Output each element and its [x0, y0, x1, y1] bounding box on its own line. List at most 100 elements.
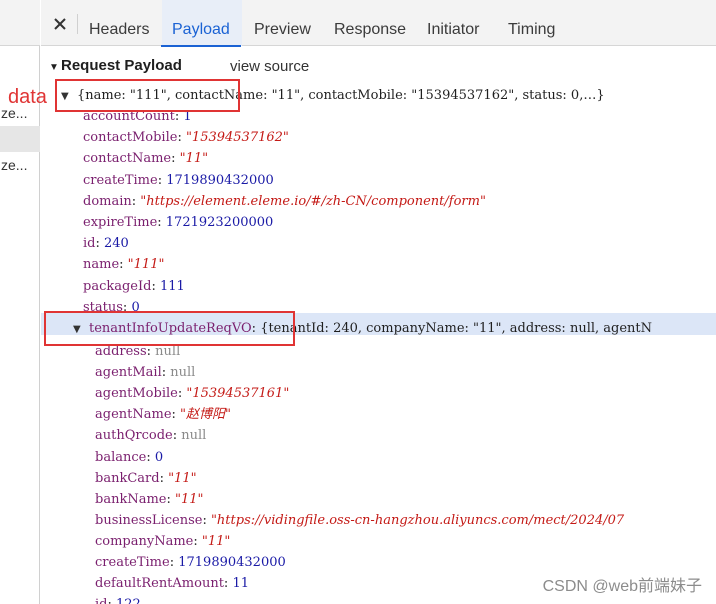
field-value: "15394537162" [185, 130, 289, 146]
field-value: 111 [159, 278, 185, 294]
field-key: createTime [83, 172, 158, 188]
field-value: 1719890432000 [166, 172, 274, 188]
field-value: "111" [127, 257, 165, 273]
field-key: businessLicense [95, 512, 203, 528]
payload-field-row[interactable]: agentName: "赵博阳" [95, 404, 231, 425]
payload-field-row[interactable]: name: "111" [83, 254, 164, 275]
payload-field-row[interactable]: bankCard: "11" [95, 468, 197, 489]
field-value: "11" [174, 491, 204, 507]
tab-separator [77, 14, 78, 34]
field-value: "11" [168, 470, 197, 486]
field-key: id [95, 597, 107, 604]
field-value: 1719890432000 [178, 555, 286, 570]
request-list-item-selected[interactable] [0, 126, 40, 152]
highlight-box-root [55, 79, 240, 112]
field-colon: : [172, 428, 182, 444]
field-key: address [95, 344, 147, 359]
field-key: authQrcode [95, 428, 173, 444]
field-colon: : [171, 407, 181, 423]
payload-field-row[interactable]: businessLicense: "https://vidingfile.oss… [95, 510, 624, 531]
tab-preview[interactable]: Preview [254, 0, 311, 46]
field-value: null [181, 428, 207, 444]
field-key: agentMobile [95, 386, 178, 402]
field-key: domain [83, 193, 132, 209]
payload-field-row[interactable]: balance: 0 [95, 447, 163, 468]
field-colon: : [169, 555, 179, 570]
field-key: expireTime [83, 215, 158, 230]
payload-field-row[interactable]: contactName: "11" [83, 148, 208, 169]
field-colon: : [146, 449, 155, 465]
tab-payload[interactable]: Payload [161, 0, 241, 47]
payload-field-row[interactable]: contactMobile: "15394537162" [83, 127, 289, 148]
field-key: agentMail [95, 365, 162, 381]
payload-field-row[interactable]: domain: "https://element.eleme.io/#/zh-C… [83, 191, 486, 212]
field-colon: : [157, 172, 167, 188]
highlight-box-nested [44, 311, 295, 346]
field-colon: : [166, 491, 175, 507]
field-key: agentName [95, 407, 172, 423]
field-value: 122 [116, 597, 141, 604]
payload-field-row[interactable]: bankName: "11" [95, 489, 204, 510]
field-value: null [155, 344, 181, 359]
field-value: 1721923200000 [165, 215, 274, 230]
payload-field-row[interactable]: agentMobile: "15394537161" [95, 383, 289, 404]
field-key: bankName [95, 491, 167, 507]
watermark: CSDN @web前端妹子 [542, 578, 702, 595]
field-colon: : [159, 470, 169, 486]
tab-timing[interactable]: Timing [508, 0, 555, 46]
field-value: "11" [179, 151, 209, 167]
request-list-header [0, 0, 40, 46]
field-value: "赵博阳" [180, 407, 231, 423]
field-key: packageId [83, 278, 152, 294]
payload-field-row[interactable]: packageId: 111 [83, 276, 185, 297]
payload-field-row[interactable]: id: 122 [95, 594, 141, 604]
field-colon: : [193, 533, 202, 549]
field-colon: : [151, 278, 160, 294]
payload-field-row[interactable]: authQrcode: null [95, 425, 206, 446]
field-colon: : [171, 151, 180, 167]
view-source-link[interactable]: view source [230, 58, 309, 75]
field-value: "https://element.eleme.io/#/zh-CN/compon… [140, 193, 486, 209]
field-key: companyName [95, 533, 194, 549]
field-colon: : [95, 236, 104, 252]
field-key: defaultRentAmount [95, 576, 224, 592]
field-value: 0 [154, 449, 164, 465]
payload-field-row[interactable]: companyName: "11" [95, 531, 230, 552]
field-key: name [83, 257, 120, 273]
payload-field-row[interactable]: agentMail: null [95, 362, 195, 383]
collapse-triangle-icon[interactable]: ▼ [49, 62, 61, 73]
field-key: contactName [83, 151, 172, 167]
field-value: "15394537161" [186, 386, 290, 402]
field-colon: : [107, 597, 116, 604]
field-value: "11" [201, 533, 231, 549]
request-payload-header[interactable]: ▼ Request Payload [49, 57, 182, 74]
field-colon: : [161, 365, 171, 381]
field-colon: : [157, 215, 166, 230]
field-colon: : [177, 130, 186, 146]
nested-summary: {tenantId: 240, companyName: "11", addre… [260, 321, 653, 336]
field-value: null [170, 365, 196, 381]
field-colon: : [146, 344, 156, 359]
payload-field-row[interactable]: createTime: 1719890432000 [95, 552, 286, 573]
close-icon[interactable] [49, 13, 71, 35]
field-value: 11 [232, 576, 249, 592]
field-colon: : [202, 512, 211, 528]
field-colon: : [119, 257, 128, 273]
field-value: "https://vidingfile.oss-cn-hangzhou.aliy… [210, 512, 625, 528]
payload-field-row[interactable]: id: 240 [83, 233, 129, 254]
field-key: contactMobile [83, 130, 178, 146]
field-key: id [83, 236, 96, 252]
tab-response[interactable]: Response [334, 0, 406, 46]
field-key: balance [95, 449, 147, 465]
payload-field-row[interactable]: createTime: 1719890432000 [83, 170, 274, 191]
payload-field-row[interactable]: defaultRentAmount: 11 [95, 573, 249, 594]
field-key: createTime [95, 555, 170, 570]
request-list-item[interactable]: ze... [0, 152, 40, 178]
field-colon: : [131, 193, 141, 209]
tab-headers[interactable]: Headers [89, 0, 149, 46]
payload-field-row[interactable]: expireTime: 1721923200000 [83, 212, 273, 233]
field-key: bankCard [95, 470, 160, 486]
tab-initiator[interactable]: Initiator [427, 0, 479, 46]
field-value: 240 [104, 236, 129, 252]
devtools-tab-bar: Headers Payload Preview Response Initiat… [41, 0, 716, 47]
